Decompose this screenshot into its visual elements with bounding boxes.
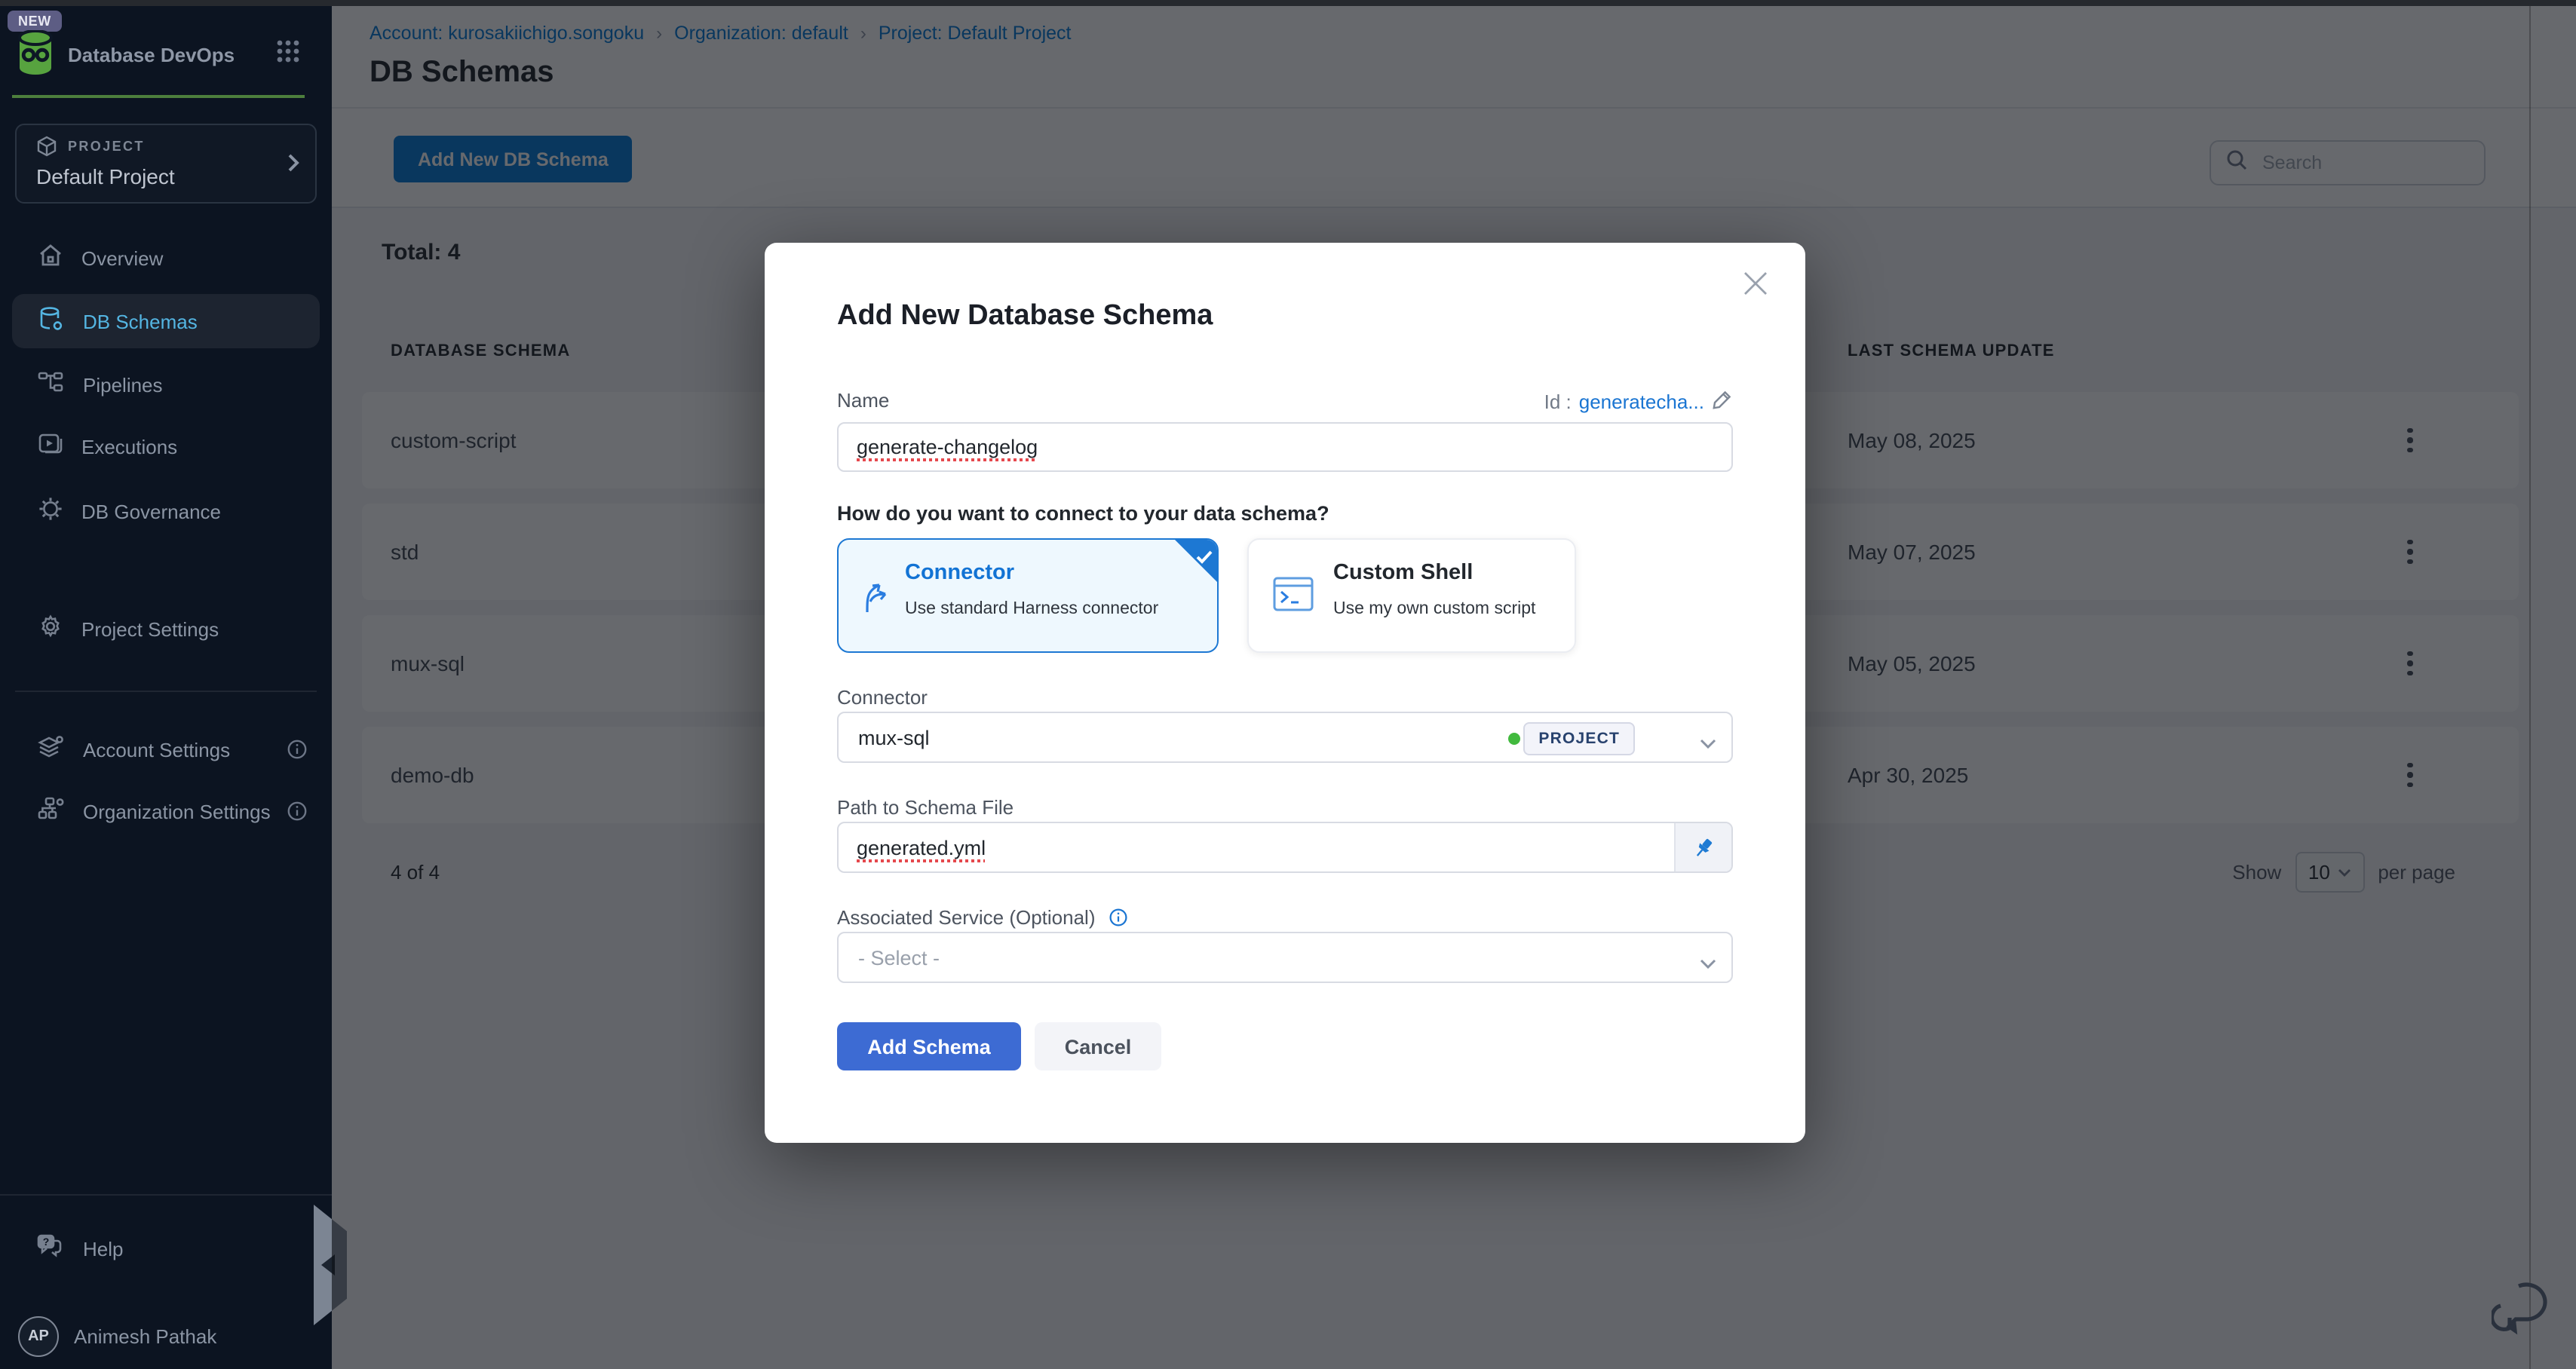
governance-gear-icon — [38, 496, 63, 526]
user-name: Animesh Pathak — [74, 1325, 216, 1347]
info-icon[interactable] — [287, 739, 308, 764]
service-placeholder: - Select - — [858, 947, 940, 969]
support-chat-icon[interactable] — [2492, 1279, 2558, 1346]
help-chat-icon: ? — [36, 1233, 65, 1263]
svg-text:?: ? — [43, 1236, 50, 1248]
new-badge: NEW — [8, 11, 62, 32]
pin-button[interactable] — [1674, 823, 1731, 871]
sidebar-item-label: DB Schemas — [83, 310, 198, 332]
close-icon[interactable] — [1739, 267, 1772, 300]
sidebar-item-pipelines[interactable]: Pipelines — [0, 354, 332, 415]
sidebar-item-project-settings[interactable]: Project Settings — [0, 599, 332, 659]
layers-gear-icon — [38, 734, 65, 764]
chevron-down-icon — [1700, 950, 1716, 977]
database-devops-logo-icon — [18, 30, 53, 83]
associated-service-text: Associated Service (Optional) — [837, 906, 1096, 929]
add-schema-button[interactable]: Add Schema — [837, 1022, 1021, 1070]
edit-pencil-icon[interactable] — [1712, 389, 1733, 415]
option-subtitle: Use standard Harness connector — [905, 600, 1158, 618]
project-selector[interactable]: PROJECT Default Project — [15, 124, 317, 204]
connector-select[interactable]: mux-sql PROJECT — [837, 712, 1733, 763]
home-icon — [38, 243, 63, 273]
modal-title: Add New Database Schema — [837, 300, 1213, 333]
help-label: Help — [83, 1237, 124, 1260]
sidebar: NEW Database DevOps — [0, 0, 332, 1369]
db-schema-icon — [38, 305, 65, 337]
id-label: Id : — [1544, 390, 1572, 413]
connection-question: How do you want to connect to your data … — [837, 502, 1329, 525]
cube-icon — [36, 136, 57, 164]
scope-badge: PROJECT — [1523, 722, 1635, 755]
sidebar-item-label: Overview — [81, 247, 163, 269]
option-card-custom-shell[interactable]: Custom Shell Use my own custom script — [1247, 538, 1576, 653]
info-icon[interactable] — [287, 801, 308, 826]
sidebar-accent-line — [12, 95, 305, 98]
executions-icon — [38, 433, 63, 460]
chevron-right-icon — [287, 152, 300, 181]
chevron-down-icon — [1700, 730, 1716, 757]
connector-value: mux-sql — [858, 727, 930, 749]
gear-icon — [38, 614, 63, 644]
sidebar-divider — [0, 1194, 332, 1196]
option-title: Connector — [905, 561, 1014, 585]
path-label: Path to Schema File — [837, 796, 1014, 819]
sidebar-item-label: Organization Settings — [83, 800, 271, 822]
option-subtitle: Use my own custom script — [1333, 600, 1535, 618]
avatar: AP — [18, 1315, 59, 1356]
pipelines-icon — [38, 371, 65, 398]
terminal-icon — [1273, 576, 1314, 620]
check-icon — [1196, 544, 1213, 571]
name-label: Name — [837, 389, 889, 412]
schema-name-input[interactable]: generate-changelog — [837, 422, 1733, 472]
sidebar-item-organization-settings[interactable]: Organization Settings — [0, 781, 332, 841]
app-grid-icon[interactable] — [276, 39, 300, 71]
product-name: Database DevOps — [68, 44, 235, 66]
sidebar-divider — [15, 691, 317, 692]
connector-label: Connector — [837, 686, 928, 709]
status-dot — [1508, 733, 1520, 745]
cancel-button[interactable]: Cancel — [1035, 1022, 1161, 1070]
window-top-strip — [0, 0, 2576, 6]
project-name: Default Project — [36, 164, 175, 188]
option-title: Custom Shell — [1333, 561, 1473, 585]
sidebar-item-overview[interactable]: Overview — [0, 228, 332, 288]
sidebar-item-label: Executions — [81, 435, 177, 458]
id-value-link[interactable]: generatecha... — [1579, 390, 1704, 413]
pin-icon — [1692, 836, 1715, 859]
option-card-connector[interactable]: Connector Use standard Harness connector — [837, 538, 1219, 653]
info-icon[interactable] — [1109, 908, 1128, 932]
sidebar-item-label: DB Governance — [81, 500, 221, 522]
associated-service-label: Associated Service (Optional) — [837, 906, 1128, 932]
schema-path-value: generated.yml — [857, 837, 986, 859]
app-root: NEW Database DevOps — [0, 0, 2576, 1369]
user-menu[interactable]: AP Animesh Pathak — [0, 1309, 332, 1363]
sidebar-item-db-schemas[interactable]: DB Schemas — [0, 291, 332, 351]
sidebar-item-executions[interactable]: Executions — [0, 416, 332, 476]
connector-icon — [860, 576, 893, 623]
right-edge-divider — [2529, 0, 2531, 1369]
org-gear-icon — [38, 796, 65, 826]
sidebar-item-label: Account Settings — [83, 738, 230, 761]
associated-service-select[interactable]: - Select - — [837, 932, 1733, 983]
sidebar-item-account-settings[interactable]: Account Settings — [0, 719, 332, 779]
schema-name-value: generate-changelog — [857, 436, 1038, 458]
sidebar-item-label: Project Settings — [81, 617, 219, 640]
add-schema-modal: Add New Database Schema Name Id : genera… — [765, 243, 1805, 1143]
project-eyebrow-label: PROJECT — [68, 139, 145, 154]
sidebar-item-label: Pipelines — [83, 373, 163, 396]
help-button[interactable]: ? Help — [0, 1218, 332, 1279]
sidebar-item-db-governance[interactable]: DB Governance — [0, 481, 332, 541]
schema-path-input[interactable]: generated.yml — [837, 822, 1733, 873]
schema-id-row: Id : generatecha... — [1544, 389, 1733, 415]
